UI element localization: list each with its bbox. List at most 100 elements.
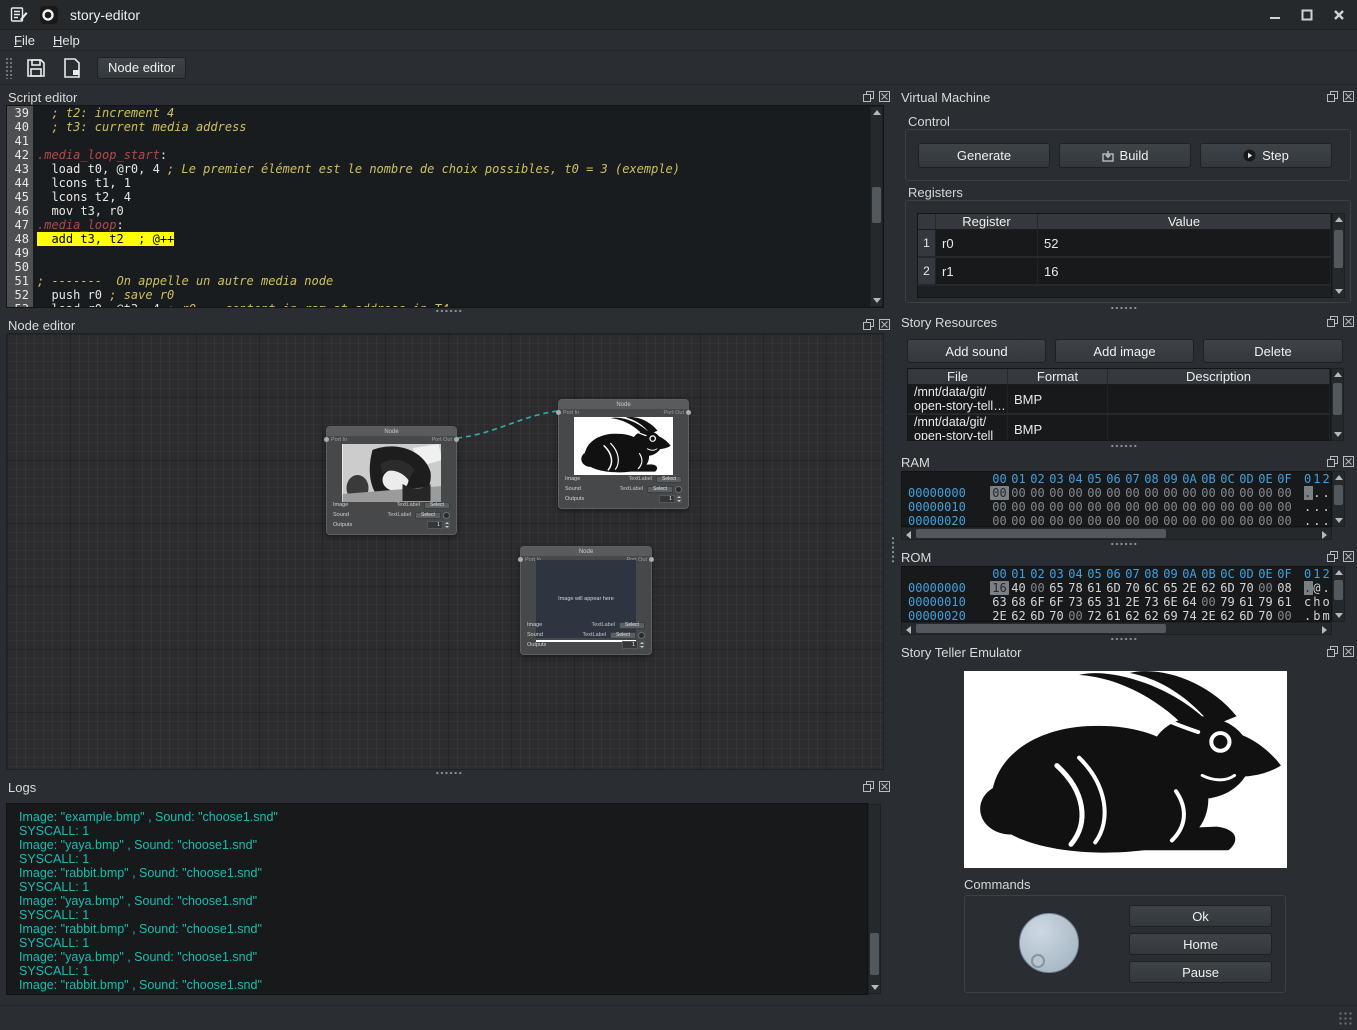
minimize-button[interactable] xyxy=(1261,3,1289,27)
play-sound-icon[interactable] xyxy=(675,486,682,493)
float-panel-icon[interactable] xyxy=(1326,455,1338,467)
hex-byte[interactable]: 00 xyxy=(1066,514,1085,527)
hex-byte[interactable]: 00 xyxy=(1199,595,1218,609)
hex-byte[interactable]: 00 xyxy=(1256,514,1275,527)
media-node-3[interactable]: Node Port In Port Out Image will appear … xyxy=(520,546,652,655)
node-title[interactable]: Node xyxy=(327,427,456,436)
hex-byte[interactable]: 65 xyxy=(1161,581,1180,595)
hex-byte[interactable]: 2E xyxy=(1180,581,1199,595)
home-button[interactable]: Home xyxy=(1129,933,1272,955)
build-button[interactable]: Build xyxy=(1059,143,1191,168)
hex-byte[interactable]: 00 xyxy=(1028,514,1047,527)
hex-byte[interactable]: 40 xyxy=(1009,581,1028,595)
hex-byte[interactable]: 31 xyxy=(1104,595,1123,609)
node-canvas[interactable]: Node Port In Port Out Image TextLabel Se… xyxy=(6,333,884,770)
outputs-stepper[interactable] xyxy=(639,641,645,649)
hex-byte[interactable]: 00 xyxy=(1066,500,1085,514)
hex-byte[interactable]: 6E xyxy=(1161,595,1180,609)
resource-file[interactable]: /mnt/data/git/open-story-tell… xyxy=(908,385,1008,413)
hex-byte[interactable]: 73 xyxy=(1066,595,1085,609)
float-panel-icon[interactable] xyxy=(862,318,874,330)
resources-scrollbar[interactable] xyxy=(1331,368,1344,441)
delete-button[interactable]: Delete xyxy=(1203,339,1343,363)
menu-file[interactable]: File xyxy=(14,33,35,48)
hex-byte[interactable]: 62 xyxy=(1218,609,1237,622)
float-panel-icon[interactable] xyxy=(862,90,874,102)
hex-byte[interactable]: 00 xyxy=(1009,514,1028,527)
hex-byte[interactable]: 00 xyxy=(1104,500,1123,514)
scrollbar-thumb[interactable] xyxy=(1334,230,1343,268)
play-sound-icon[interactable] xyxy=(638,632,645,639)
hex-byte[interactable]: 00 xyxy=(990,500,1009,514)
outputs-value[interactable]: 1 xyxy=(622,641,638,649)
hex-byte[interactable]: 6D xyxy=(1104,581,1123,595)
hex-byte[interactable]: 79 xyxy=(1218,595,1237,609)
close-panel-icon[interactable] xyxy=(878,318,890,330)
hex-byte[interactable]: 79 xyxy=(1256,595,1275,609)
maximize-button[interactable] xyxy=(1293,3,1321,27)
hex-byte[interactable]: 00 xyxy=(1199,486,1218,500)
hex-byte[interactable]: 00 xyxy=(990,514,1009,527)
main-splitter-handle[interactable] xyxy=(891,536,895,564)
port-out-dot[interactable] xyxy=(686,410,691,415)
hex-byte[interactable]: 00 xyxy=(1142,500,1161,514)
hex-byte[interactable]: 62 xyxy=(1009,609,1028,622)
rotary-dial[interactable] xyxy=(1019,913,1079,973)
registers-table[interactable]: Register Value 1r0522r116 xyxy=(917,213,1332,298)
logs-output[interactable]: Image: "example.bmp" , Sound: "choose1.s… xyxy=(6,803,868,995)
node-title[interactable]: Node xyxy=(559,400,688,409)
close-panel-icon[interactable] xyxy=(878,90,890,102)
format-column-header[interactable]: Format xyxy=(1008,369,1108,384)
media-node-1[interactable]: Node Port In Port Out Image TextLabel Se… xyxy=(326,426,457,535)
hex-byte[interactable]: 00 xyxy=(1142,486,1161,500)
float-panel-icon[interactable] xyxy=(1326,90,1338,102)
hex-byte[interactable]: 68 xyxy=(1009,595,1028,609)
outputs-stepper[interactable] xyxy=(676,495,682,503)
scrollbar-thumb[interactable] xyxy=(1334,580,1343,600)
close-panel-icon[interactable] xyxy=(878,780,890,792)
register-name[interactable]: r0 xyxy=(936,230,1038,256)
rom-hex-view[interactable]: 000102030405060708090A0B0C0D0E0F01200000… xyxy=(901,566,1332,622)
port-out-dot[interactable] xyxy=(649,557,654,562)
register-name[interactable]: r1 xyxy=(936,258,1038,284)
port-out-dot[interactable] xyxy=(454,437,459,442)
splitter-handle[interactable] xyxy=(1110,542,1138,546)
hex-byte[interactable]: 00 xyxy=(1085,514,1104,527)
port-in-dot[interactable] xyxy=(556,410,561,415)
splitter-handle[interactable] xyxy=(435,771,463,775)
hex-byte[interactable]: 6D xyxy=(1218,581,1237,595)
hex-byte[interactable]: 00 xyxy=(1085,486,1104,500)
close-panel-icon[interactable] xyxy=(1342,455,1354,467)
resource-description[interactable] xyxy=(1108,415,1330,441)
resource-description[interactable] xyxy=(1108,385,1330,413)
hex-byte[interactable]: 00 xyxy=(1275,500,1294,514)
hex-byte[interactable]: 00 xyxy=(1218,514,1237,527)
hex-byte[interactable]: 61 xyxy=(1275,595,1294,609)
logs-scrollbar[interactable] xyxy=(868,804,881,994)
hex-byte[interactable]: 00 xyxy=(1066,486,1085,500)
select-sound-button[interactable]: Select xyxy=(610,632,636,639)
hex-byte[interactable]: 00 xyxy=(1218,500,1237,514)
scrollbar-thumb[interactable] xyxy=(1334,485,1343,505)
hex-byte[interactable]: 65 xyxy=(1085,595,1104,609)
resource-format[interactable]: BMP xyxy=(1008,385,1108,413)
rom-hscrollbar[interactable] xyxy=(901,622,1332,635)
scrollbar-thumb[interactable] xyxy=(916,529,1166,538)
resource-row[interactable]: /mnt/data/git/open-story-tellBMP xyxy=(908,415,1330,441)
outputs-value[interactable]: 1 xyxy=(427,521,443,529)
hex-byte[interactable]: 72 xyxy=(1085,609,1104,622)
hex-byte[interactable]: 00 xyxy=(1199,514,1218,527)
resource-row[interactable]: /mnt/data/git/open-story-tell…BMP xyxy=(908,385,1330,415)
hex-byte[interactable]: 70 xyxy=(1256,609,1275,622)
hex-byte[interactable]: 63 xyxy=(990,595,1009,609)
hex-byte[interactable]: 00 xyxy=(1218,486,1237,500)
splitter-handle[interactable] xyxy=(1110,637,1138,641)
close-button[interactable] xyxy=(1325,3,1353,27)
hex-byte[interactable]: 00 xyxy=(1256,581,1275,595)
hex-byte[interactable]: 00 xyxy=(1237,500,1256,514)
hex-byte[interactable]: 08 xyxy=(1275,581,1294,595)
hex-byte[interactable]: 61 xyxy=(1104,609,1123,622)
hex-byte[interactable]: 00 xyxy=(1123,486,1142,500)
rom-vscrollbar[interactable] xyxy=(1332,566,1345,622)
value-column-header[interactable]: Value xyxy=(1038,214,1331,229)
